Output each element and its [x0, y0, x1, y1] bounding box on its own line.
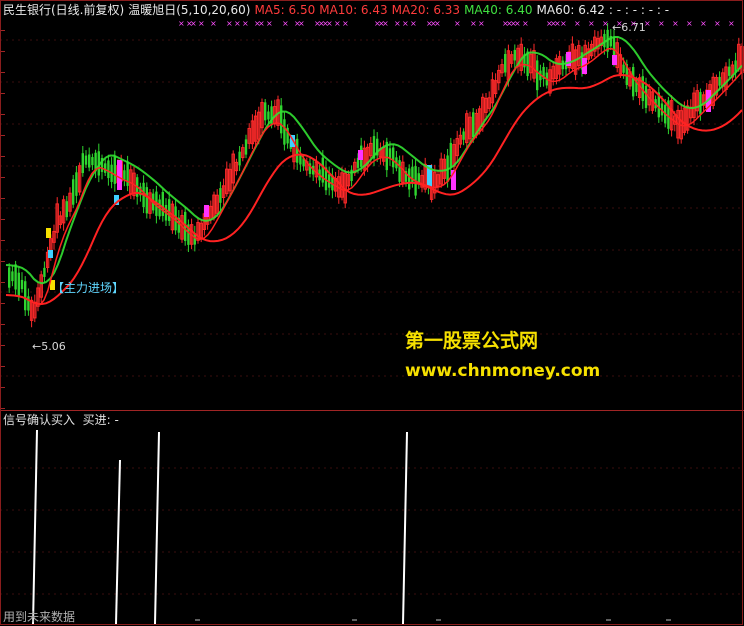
- watermark-title: 第一股票公式网: [405, 330, 539, 352]
- ma10-value: MA10: 6.43: [319, 3, 388, 17]
- stock-name[interactable]: 民生银行(日线.前复权): [3, 3, 124, 17]
- axis-tick: [0, 324, 5, 325]
- ma40-value: MA40: 6.40: [464, 3, 533, 17]
- low-price-marker: ←5.06: [32, 340, 66, 353]
- buy-signal-label: 买进: -: [82, 413, 119, 427]
- ma20-value: MA20: 6.33: [391, 3, 461, 17]
- sub-panel-title[interactable]: 信号确认买入: [3, 413, 75, 427]
- axis-tick: [0, 219, 5, 220]
- stock-chart-window: × × × × × × × × × × × × × × × × × × × × × × × × × × × × × × × × × × × × × × × ×…: [0, 0, 744, 626]
- indicator-name[interactable]: 温暖旭日(5,10,20,60): [128, 3, 250, 17]
- buy-signal-line: [154, 431, 160, 625]
- axis-tick: [0, 261, 5, 262]
- watermark-url: www.chnmoney.com: [405, 361, 601, 381]
- axis-tick: [0, 345, 5, 346]
- sub-panel-header: 信号确认买入 买进: -: [3, 412, 119, 428]
- ma60-value: MA60: 6.42: [536, 3, 605, 17]
- axis-tick: [0, 177, 5, 178]
- axis-tick: [0, 198, 5, 199]
- axis-tick: [0, 93, 5, 94]
- axis-tick: [0, 156, 5, 157]
- axis-tick: [0, 51, 5, 52]
- axis-tick: [0, 135, 5, 136]
- buy-signal-line: [115, 459, 121, 625]
- axis-tick: [0, 72, 5, 73]
- extra-values: : - : - : - : -: [608, 3, 670, 17]
- left-price-axis: [0, 20, 6, 410]
- axis-tick: [0, 282, 5, 283]
- buy-signal-line: [32, 429, 38, 625]
- high-price-marker: ←6.71: [612, 21, 646, 34]
- panel-divider[interactable]: [0, 410, 744, 411]
- axis-tick: [0, 408, 5, 409]
- axis-tick: [0, 114, 5, 115]
- chart-header: 民生银行(日线.前复权) 温暖旭日(5,10,20,60) MA5: 6.50 MA1…: [3, 2, 673, 18]
- axis-tick: [0, 30, 5, 31]
- buy-signal-line: [402, 431, 408, 625]
- main-force-entry-label: 【主力进场】: [52, 281, 125, 295]
- future-data-note: 用到未来数据: [3, 610, 76, 624]
- axis-tick: [0, 366, 5, 367]
- axis-tick: [0, 303, 5, 304]
- axis-tick: [0, 387, 5, 388]
- axis-tick: [0, 240, 5, 241]
- signal-panel-chart[interactable]: [0, 0, 744, 626]
- ma5-value: MA5: 6.50: [254, 3, 316, 17]
